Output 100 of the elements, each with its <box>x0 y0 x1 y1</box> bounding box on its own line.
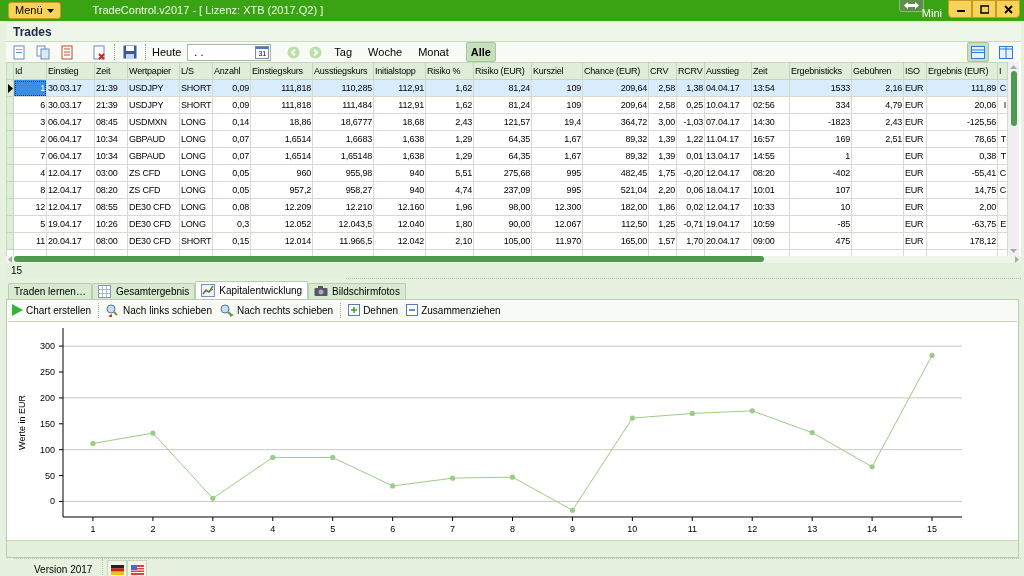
column-header[interactable]: Einstieg <box>46 62 95 80</box>
column-header[interactable]: Initialstopp <box>373 62 426 80</box>
chart-toolbar-button[interactable]: Zusammenziehen <box>405 301 502 320</box>
column-header[interactable]: Anzahl <box>212 62 251 80</box>
chart-toolbar-button[interactable]: Chart erstellen <box>11 301 93 320</box>
column-header[interactable]: Wertpapier <box>127 62 180 80</box>
period-tab[interactable]: Tag <box>329 42 358 62</box>
y-tick-label: 100 <box>39 444 55 455</box>
column-header[interactable]: Ausstieg <box>704 62 752 80</box>
table-cell: 89,32 <box>625 150 647 161</box>
table-cell: 1,70 <box>686 235 703 246</box>
x-tick-label: 8 <box>510 523 515 534</box>
data-point <box>629 415 635 421</box>
tab[interactable]: Kapitalentwicklung <box>195 280 309 299</box>
column-header[interactable]: Gebühren <box>851 62 904 80</box>
table-cell: 12.04.17 <box>48 184 82 195</box>
delete-document-button[interactable] <box>90 43 108 61</box>
horizontal-scrollbar[interactable] <box>6 255 1021 263</box>
column-header[interactable]: ISO <box>903 62 927 80</box>
table-cell: 1,65148 <box>340 150 372 161</box>
column-header[interactable]: Zeit <box>751 62 790 80</box>
table-cell: 1,22 <box>686 133 703 144</box>
table-cell: 334 <box>835 99 850 110</box>
german-flag-button[interactable] <box>107 559 127 576</box>
close-button[interactable] <box>996 0 1020 18</box>
table-cell: 2,58 <box>658 82 675 93</box>
table-cell: -0,20 <box>683 167 703 178</box>
copy-button[interactable] <box>34 43 52 61</box>
table-cell: 18,6777 <box>340 116 372 127</box>
us-flag-button[interactable] <box>127 559 147 576</box>
data-point <box>929 352 935 358</box>
column-header[interactable]: Ergebnis (EUR) <box>926 62 998 80</box>
resize-button[interactable] <box>898 0 924 12</box>
table-cell: GBPAUD <box>129 133 166 144</box>
chart-toolbar-button[interactable]: Nach links schieben <box>105 301 213 320</box>
tab[interactable]: Gesamtergebnis <box>91 282 196 299</box>
table-cell: 169 <box>835 133 850 144</box>
tab[interactable]: Traden lernen… <box>8 282 92 299</box>
column-header[interactable]: RCRV <box>676 62 705 80</box>
layout-toggle[interactable] <box>967 42 989 62</box>
line-chart-icon <box>201 283 216 297</box>
table-cell: EUR <box>905 218 924 229</box>
x-tick-label: 15 <box>927 523 938 534</box>
period-tab[interactable]: Alle <box>465 42 496 62</box>
table-cell: 90,00 <box>508 218 530 229</box>
x-tick-label: 10 <box>627 523 638 534</box>
x-tick-label: 6 <box>390 523 396 534</box>
period-tab[interactable]: Monat <box>413 42 454 62</box>
list-document-button[interactable] <box>58 43 76 61</box>
new-document-button[interactable] <box>10 43 28 61</box>
save-button[interactable] <box>121 43 139 61</box>
column-header[interactable]: CRV <box>648 62 677 80</box>
table-cell: C <box>999 167 1006 178</box>
column-header[interactable]: Einstiegskurs <box>250 62 313 80</box>
column-header[interactable]: I <box>997 62 1008 80</box>
table-cell: GBPAUD <box>129 150 166 161</box>
column-header[interactable]: Ergebnisticks <box>789 62 852 80</box>
table-cell: 21:39 <box>96 82 118 93</box>
table-cell: 19.04.17 <box>48 218 82 229</box>
chart-toolbar-button[interactable]: Nach rechts schieben <box>218 301 335 320</box>
column-header[interactable]: Kursziel <box>531 62 583 80</box>
column-header[interactable]: Ausstiegskurs <box>312 62 374 80</box>
table-cell: 12.210 <box>345 201 372 212</box>
table-cell: 12.160 <box>397 201 424 212</box>
left-arrow-icon <box>8 255 12 263</box>
column-header[interactable]: Risiko % <box>425 62 474 80</box>
vertical-scrollbar[interactable] <box>1008 62 1019 256</box>
table-cell: C <box>999 82 1006 93</box>
menu-button[interactable]: Menü <box>8 2 61 19</box>
maximize-button[interactable] <box>972 0 996 18</box>
table-cell: 1,67 <box>564 150 581 161</box>
data-point <box>809 429 815 435</box>
chart-toolbar-button[interactable]: Dehnen <box>347 301 400 320</box>
minimize-button[interactable] <box>948 0 972 18</box>
data-point <box>449 475 456 481</box>
tab[interactable]: Bildschirmfotos <box>308 282 406 299</box>
table-cell: 8 <box>40 184 45 195</box>
column-header[interactable]: Id <box>13 62 47 80</box>
table-cell: LONG <box>181 116 206 127</box>
table-cell: 7 <box>40 150 45 161</box>
table-cell: 0,15 <box>232 235 249 246</box>
column-header[interactable]: Zeit <box>94 62 128 80</box>
table-cell: 1,96 <box>455 201 472 212</box>
column-header[interactable]: Risiko (EUR) <box>473 62 532 80</box>
column-header[interactable]: L/S <box>179 62 213 80</box>
caret-icon <box>46 8 54 13</box>
table-cell: 03:00 <box>96 167 118 178</box>
table-cell: 364,72 <box>620 116 647 127</box>
period-tab[interactable]: Woche <box>363 42 408 62</box>
table-cell: 2,00 <box>979 201 996 212</box>
column-header[interactable]: Chance (EUR) <box>582 62 649 80</box>
table-cell: 89,32 <box>625 133 647 144</box>
table-cell: 1,86 <box>658 201 675 212</box>
table-cell: -55,41 <box>971 167 996 178</box>
table-cell: 0,38 <box>979 150 996 161</box>
table-cell: 11.04.17 <box>706 133 739 144</box>
table-cell: 20.04.17 <box>48 235 82 246</box>
table-cell: C <box>999 184 1006 195</box>
table-cell: 0,07 <box>232 150 249 161</box>
vertical-split-icon <box>999 45 1013 59</box>
